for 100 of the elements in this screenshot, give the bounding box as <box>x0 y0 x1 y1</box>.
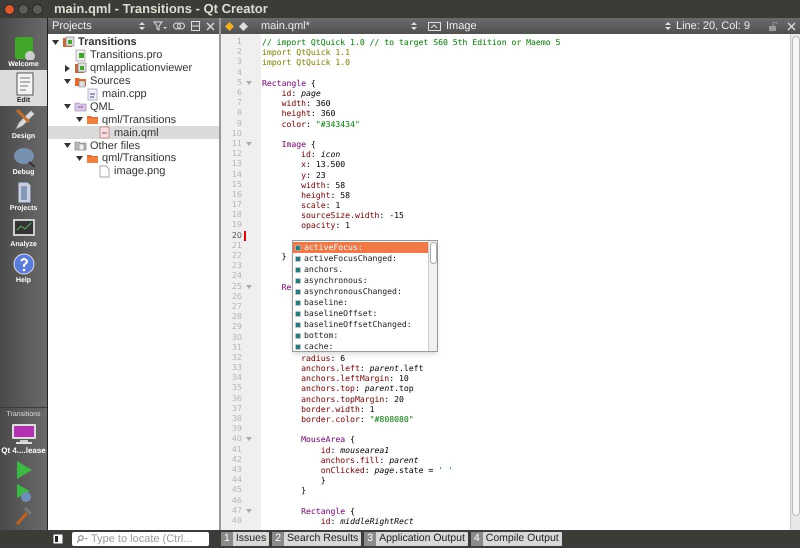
line-number: 14 <box>230 170 242 180</box>
tree-item[interactable]: main.cpp <box>48 88 219 100</box>
output-pane-button[interactable]: 1 Issues <box>221 532 270 546</box>
line-number: 33 <box>230 363 242 374</box>
completion-item[interactable]: baselineOffset: <box>293 308 428 319</box>
image-element-icon <box>428 22 441 30</box>
completion-item[interactable]: asynchronousChanged: <box>293 286 428 297</box>
code-line: id: icon <box>300 149 340 160</box>
completion-item[interactable]: cache: <box>293 341 428 352</box>
tree-item[interactable]: Sources <box>48 74 219 88</box>
line-number: 15 <box>230 180 242 190</box>
lock-icon[interactable] <box>769 22 778 30</box>
close-icon[interactable] <box>787 22 796 30</box>
sidebar-toggle-icon[interactable] <box>53 534 63 544</box>
code-line: } <box>300 485 306 496</box>
line-number: 35 <box>230 383 242 394</box>
code-line: anchors.leftMargin: 10 <box>300 373 409 384</box>
tree-item[interactable]: image.png <box>48 164 219 178</box>
line-number: 3 <box>236 57 242 68</box>
line-number: 7 <box>236 98 242 108</box>
code-line: color: "#343434" <box>280 118 360 129</box>
code-line: Rectangle { <box>300 506 355 516</box>
code-line: height: 360 <box>280 108 336 118</box>
code-line: width: 58 <box>300 180 346 190</box>
line-number: 10 <box>230 128 242 139</box>
symbol-selector[interactable]: Image <box>446 18 660 34</box>
back-icon[interactable] <box>225 22 234 30</box>
code-line: y: 23 <box>300 170 326 180</box>
run-icon[interactable] <box>14 460 32 480</box>
line-number: 9 <box>236 118 242 129</box>
collapsed-arrow-icon[interactable] <box>64 64 71 72</box>
line-number: 20 <box>230 230 242 241</box>
expanded-arrow-icon[interactable] <box>52 38 59 46</box>
line-number: 12 <box>230 149 242 160</box>
expanded-arrow-icon[interactable] <box>64 78 71 85</box>
line-number: 25 <box>230 282 242 292</box>
link-icon[interactable] <box>173 21 185 31</box>
popup-scrollbar[interactable] <box>428 241 437 351</box>
line-number: 41 <box>230 444 242 455</box>
completion-item[interactable]: baseline: <box>293 297 428 308</box>
code-line: import QtQuick 1.1 <box>262 47 350 58</box>
scrollbar[interactable] <box>790 34 800 530</box>
tree-item[interactable]: qml/Transitions <box>48 152 219 165</box>
line-number: 13 <box>230 159 242 170</box>
line-number: 34 <box>230 373 242 384</box>
text-cursor <box>244 230 246 241</box>
tree-item[interactable]: QML <box>48 100 219 114</box>
debug-run-icon[interactable] <box>14 483 32 503</box>
help-icon <box>10 252 36 276</box>
line-number: 48 <box>230 516 242 526</box>
spin-arrows-icon[interactable] <box>411 21 417 31</box>
tree-item[interactable]: Other files <box>48 139 219 152</box>
locator-field[interactable]: Type to locate (Ctrl... <box>72 532 209 546</box>
line-number: 17 <box>230 200 242 210</box>
tree-item[interactable]: Transitions <box>48 36 219 49</box>
code-line: } <box>280 251 286 262</box>
tree-item[interactable]: qmlapplicationviewer <box>48 62 219 75</box>
close-icon[interactable] <box>206 22 215 30</box>
line-number: 18 <box>230 210 242 220</box>
line-number: 2 <box>236 47 242 58</box>
output-pane-button[interactable]: 2 Search Results <box>272 532 362 546</box>
line-number: 29 <box>230 322 242 332</box>
close-button[interactable] <box>4 4 15 14</box>
tree-item[interactable]: Transitions.pro <box>48 48 219 62</box>
expanded-arrow-icon[interactable] <box>76 154 83 162</box>
expanded-arrow-icon[interactable] <box>64 142 71 150</box>
code-line: scale: 1 <box>300 200 340 210</box>
line-number: 45 <box>230 485 242 496</box>
output-pane-button[interactable]: 3 Application Output <box>364 532 468 546</box>
target-selector[interactable]: Qt 4....lease <box>1 423 46 457</box>
line-number: 6 <box>236 88 242 98</box>
completion-item[interactable]: asynchronous: <box>293 275 428 286</box>
tree-item[interactable]: qml/Transitions <box>48 113 219 126</box>
line-number: 1 <box>236 37 242 48</box>
output-pane-button[interactable]: 4 Compile Output <box>470 532 562 546</box>
tree-item[interactable]: main.qml <box>48 126 219 140</box>
line-number: 39 <box>230 424 242 434</box>
line-number: 16 <box>230 190 242 200</box>
code-line: anchors.fill: parent <box>320 454 419 465</box>
line-number: 8 <box>236 108 242 118</box>
code-line: opacity: 1 <box>300 220 350 230</box>
code-line: Rectangle { <box>262 78 316 88</box>
filter-icon[interactable] <box>153 21 167 31</box>
cursor-position: Line: 20, Col: 9 <box>676 18 751 34</box>
forward-icon[interactable] <box>239 22 248 30</box>
code-line: border.color: "#808080" <box>300 414 414 424</box>
completion-item[interactable]: activeFocusChanged: <box>293 253 428 264</box>
completion-item[interactable]: bottom: <box>293 330 428 341</box>
expanded-arrow-icon[interactable] <box>76 116 83 124</box>
split-icon[interactable] <box>191 21 200 31</box>
document-selector[interactable]: main.qml* <box>261 18 406 34</box>
spin-arrows-icon[interactable] <box>139 21 145 31</box>
expanded-arrow-icon[interactable] <box>64 103 71 110</box>
completion-item[interactable]: anchors. <box>293 264 428 275</box>
spin-arrows-icon[interactable] <box>665 21 671 31</box>
code-line: anchors.topMargin: 20 <box>300 394 404 404</box>
line-number: 21 <box>230 240 242 251</box>
completion-item[interactable]: baselineOffsetChanged: <box>293 319 428 330</box>
code-line: sourceSize.width: -15 <box>300 210 404 220</box>
line-number: 46 <box>230 496 242 506</box>
